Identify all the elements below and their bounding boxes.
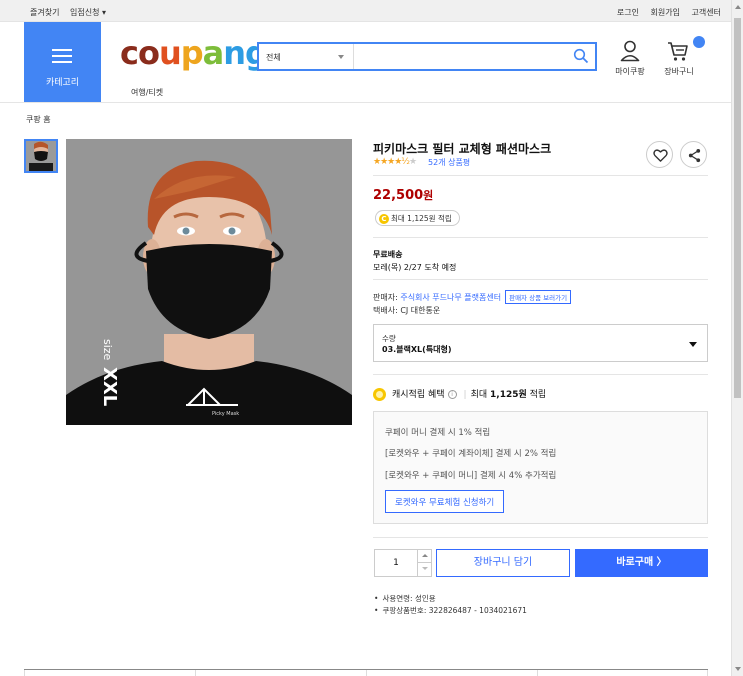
share-button[interactable]: [680, 141, 707, 168]
divider: [373, 374, 708, 375]
buy-now-button[interactable]: 바로구매 〉: [575, 549, 708, 577]
cart-label: 장바구니: [664, 67, 694, 76]
seller-products-button[interactable]: 판매자 상품 보러가기: [505, 290, 572, 304]
hamburger-icon: [52, 49, 72, 67]
quantity-increase-button[interactable]: [417, 550, 432, 563]
user-icon: [620, 40, 640, 62]
courier-info: 택배사: CJ 대한통운: [373, 306, 441, 315]
image-size-label: size: [101, 339, 114, 361]
tab-divider: [366, 670, 367, 676]
cash-benefit-amount: 1,125원: [490, 390, 527, 400]
image-xxl-label: XXL: [99, 367, 120, 406]
bookmark-link[interactable]: 즐겨찾기: [30, 8, 59, 17]
wishlist-button[interactable]: [646, 141, 673, 168]
option-value: 03.블랙XL(특대형): [382, 345, 452, 354]
divider: [373, 537, 708, 538]
cash-reward-text: 최대 1,125원 적립: [391, 214, 452, 223]
search-icon[interactable]: [573, 48, 589, 64]
cash-benefit-line: [로켓와우 + 쿠페이 계좌이체] 결제 시 2% 적립: [385, 449, 557, 459]
cart-count-badge: [693, 36, 705, 48]
cash-benefit-box: 쿠페이 머니 결제 시 1% 적립 [로켓와우 + 쿠페이 계좌이체] 결제 시…: [373, 411, 708, 524]
heart-icon: [653, 149, 668, 162]
breadcrumb[interactable]: 쿠팡 홈: [26, 114, 51, 125]
login-link[interactable]: 로그인: [617, 8, 639, 17]
add-to-cart-button[interactable]: 장바구니 담기: [436, 549, 570, 577]
info-icon[interactable]: i: [447, 390, 457, 399]
mypage-label: 마이쿠팡: [615, 67, 645, 76]
signup-link[interactable]: 회원가입: [651, 8, 680, 17]
category-label: 카테고리: [45, 78, 80, 88]
meta-product-number: 쿠팡상품번호: 322826487 - 1034021671: [374, 605, 526, 616]
meta-age: 사용연령: 성인용: [374, 593, 435, 604]
scroll-down-arrow-icon[interactable]: [735, 667, 741, 671]
customer-center-link[interactable]: 고객센터: [692, 8, 721, 17]
dropdown-arrow-icon: [689, 342, 697, 347]
price-unit: 원: [423, 189, 434, 202]
page-scrollbar[interactable]: [731, 0, 743, 676]
tab-divider: [24, 670, 25, 676]
shipping-title: 무료배송: [373, 250, 403, 259]
product-main-image[interactable]: Picky Mask size XXL: [66, 139, 352, 425]
scrollbar-thumb[interactable]: [734, 18, 741, 398]
cash-benefit-summary: 캐시적립 혜택 i | 최대 1,125원 적립: [373, 387, 546, 401]
product-title: 피키마스크 필터 교체형 패션마스크: [373, 142, 552, 156]
rating-stars[interactable]: ★★★★½★: [373, 157, 417, 167]
option-select[interactable]: 수량 03.블랙XL(특대형): [373, 324, 708, 362]
mypage-button[interactable]: 마이쿠팡: [608, 40, 652, 77]
star-rating-icon: ★★★★: [373, 157, 402, 167]
divider: [373, 175, 708, 176]
share-icon: [688, 148, 701, 163]
product-thumbnail[interactable]: [24, 139, 58, 173]
caret-up-icon: [422, 554, 428, 557]
coupang-logo[interactable]: coupang: [120, 34, 268, 72]
mask-model-photo: Picky Mask size XXL: [66, 139, 352, 425]
cash-benefit-suffix: 적립: [529, 390, 547, 400]
price-value: 22,500: [373, 188, 424, 203]
cash-coin-icon: [373, 388, 386, 401]
product-price: 22,500원: [373, 187, 433, 203]
top-right-links: 로그인 회원가입 고객센터: [608, 7, 721, 18]
mask-model-thumbnail-image: [26, 141, 56, 171]
cash-reward-pill: C 최대 1,125원 적립: [375, 210, 460, 226]
category-menu-button[interactable]: 카테고리: [24, 22, 101, 102]
empty-star-icon: ★: [409, 157, 417, 167]
search-bar: 전체: [257, 42, 597, 71]
review-count-link[interactable]: 52개 상품평: [428, 157, 470, 168]
top-left-links: 즐겨찾기 입점신청 ▾: [30, 7, 114, 18]
seller-label: 판매자:: [373, 293, 401, 302]
cash-benefit-prefix: 최대: [470, 390, 488, 400]
search-scope-select[interactable]: 전체: [259, 44, 354, 69]
quantity-stepper: 1: [374, 549, 432, 577]
cash-benefit-line: [로켓와우 + 쿠페이 머니] 결제 시 4% 추가적립: [385, 471, 557, 481]
divider: [373, 237, 708, 238]
top-utility-bar: 즐겨찾기 입점신청 ▾ 로그인 회원가입 고객센터: [0, 0, 731, 22]
cash-benefit-title: 캐시적립 혜택: [392, 390, 445, 400]
shipping-eta: 모레(목) 2/27 도착 예정: [373, 263, 457, 272]
cart-icon: [668, 42, 688, 61]
cart-button[interactable]: 장바구니: [657, 36, 705, 77]
caret-down-icon: [422, 567, 428, 570]
subnav-travel-ticket[interactable]: 여행/티켓: [131, 87, 163, 98]
divider: [373, 279, 708, 280]
tab-divider: [537, 670, 538, 676]
rocketwow-trial-button[interactable]: 로켓와우 무료체험 신청하기: [385, 490, 505, 513]
seller-info: 판매자: 주식회사 푸드나무 플랫폼센터 판매자 상품 보러가기: [373, 290, 572, 304]
image-brand-caption: Picky Mask: [212, 411, 239, 417]
search-input[interactable]: [355, 44, 565, 69]
half-star-icon: ½: [401, 157, 410, 167]
tab-divider: [195, 670, 196, 676]
search-scope-value: 전체: [266, 53, 281, 62]
quantity-input[interactable]: 1: [375, 550, 417, 576]
header-divider: [0, 102, 731, 103]
option-label: 수량: [382, 334, 396, 343]
seller-name-link[interactable]: 주식회사 푸드나무 플랫폼센터: [400, 293, 501, 302]
seller-apply-link[interactable]: 입점신청 ▾: [70, 8, 106, 17]
quantity-decrease-button[interactable]: [417, 563, 432, 576]
cash-benefit-line: 쿠페이 머니 결제 시 1% 적립: [385, 428, 491, 438]
chevron-down-icon: [338, 55, 344, 59]
scroll-up-arrow-icon[interactable]: [735, 5, 741, 9]
tab-divider: [707, 670, 708, 676]
cash-coin-icon: C: [379, 214, 389, 224]
benefit-divider: |: [463, 390, 467, 400]
